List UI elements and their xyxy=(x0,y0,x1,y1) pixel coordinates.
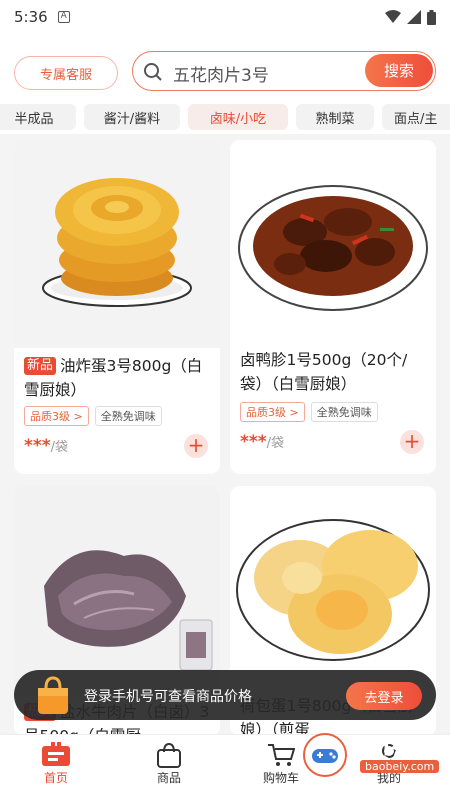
login-button[interactable]: 去登录 xyxy=(346,682,422,710)
search-input[interactable]: 五花肉片3号 xyxy=(173,61,269,86)
status-bar: 5:36 A xyxy=(0,0,450,34)
wifi-icon xyxy=(385,10,401,23)
product-title: 卤鸭胗1号500g（20个/袋）（白雪厨娘） xyxy=(240,351,408,393)
product-card[interactable]: 卤鸭胗1号500g（20个/袋）（白雪厨娘） 品质3级 > 全熟免调味 ***/… xyxy=(230,140,436,474)
bag-icon xyxy=(134,741,204,769)
tab-products[interactable]: 商品 xyxy=(134,741,204,786)
product-image[interactable] xyxy=(14,486,220,696)
category-tab[interactable]: 熟制菜 xyxy=(296,104,374,130)
tab-label: 首页 xyxy=(43,771,68,785)
category-tab[interactable]: 酱汁/酱料 xyxy=(84,104,180,130)
product-image[interactable] xyxy=(14,140,220,348)
quality-tag[interactable]: 品质3级 > xyxy=(240,402,305,422)
price-unit: /袋 xyxy=(266,436,285,451)
category-tab[interactable]: 半成品 xyxy=(0,104,76,130)
search-box[interactable]: 五花肉片3号 搜索 xyxy=(132,51,436,91)
product-tags: 品质3级 > 全熟免调味 xyxy=(240,402,378,422)
product-title-wrap: 新品 油炸蛋3号800g（白雪厨娘） xyxy=(24,354,212,402)
toast-message: 登录手机号可查看商品价格 xyxy=(84,689,252,705)
search-button[interactable]: 搜索 xyxy=(365,54,433,87)
fried-egg-plate-image xyxy=(236,519,430,661)
status-icons xyxy=(385,9,436,25)
search-icon xyxy=(144,63,162,81)
feature-tag: 全熟免调味 xyxy=(94,406,162,426)
feature-tag: 全熟免调味 xyxy=(310,402,378,422)
battery-icon xyxy=(427,9,436,25)
tab-home[interactable]: 首页 xyxy=(21,741,91,786)
watermark: 宝贝游戏网 baobeiy.com xyxy=(300,730,450,798)
shopping-bag-icon xyxy=(38,676,68,714)
product-card[interactable]: 新品 油炸蛋3号800g（白雪厨娘） 品质3级 > 全熟免调味 ***/袋 + xyxy=(14,140,220,474)
price-unit: /袋 xyxy=(50,440,69,455)
category-tab[interactable]: 面点/主 xyxy=(382,104,450,130)
notification-icon: A xyxy=(57,11,70,23)
product-price: ***/袋 xyxy=(240,432,284,452)
category-tab-active[interactable]: 卤味/小吃 xyxy=(188,104,288,130)
duck-gizzard-image xyxy=(238,185,428,311)
category-tabs: 半成品 酱汁/酱料 卤味/小吃 熟制菜 面点/主 xyxy=(0,104,450,134)
tab-label: 购物车 xyxy=(262,771,299,785)
fried-egg-image xyxy=(42,178,192,307)
signal-icon xyxy=(407,10,421,24)
product-image[interactable] xyxy=(230,486,436,686)
beef-slices-image xyxy=(44,550,213,671)
login-prompt-toast: 登录手机号可查看商品价格 去登录 xyxy=(14,670,436,720)
add-to-cart-button[interactable]: + xyxy=(400,430,424,454)
product-price: ***/袋 xyxy=(24,436,68,456)
status-time: 5:36 xyxy=(14,8,48,26)
add-to-cart-button[interactable]: + xyxy=(184,434,208,458)
new-badge: 新品 xyxy=(24,357,57,375)
gamepad-logo-icon xyxy=(303,733,347,777)
product-tags: 品质3级 > 全熟免调味 xyxy=(24,406,162,426)
product-image[interactable] xyxy=(230,140,436,340)
quality-tag[interactable]: 品质3级 > xyxy=(24,406,89,426)
top-bar: 专属客服 五花肉片3号 搜索 xyxy=(0,34,450,104)
price-hidden: *** xyxy=(240,432,267,452)
price-hidden: *** xyxy=(24,436,51,456)
customer-service-button[interactable]: 专属客服 xyxy=(14,56,118,90)
tab-label: 商品 xyxy=(156,771,181,785)
watermark-url: baobeiy.com xyxy=(360,760,440,773)
home-icon xyxy=(21,741,91,769)
